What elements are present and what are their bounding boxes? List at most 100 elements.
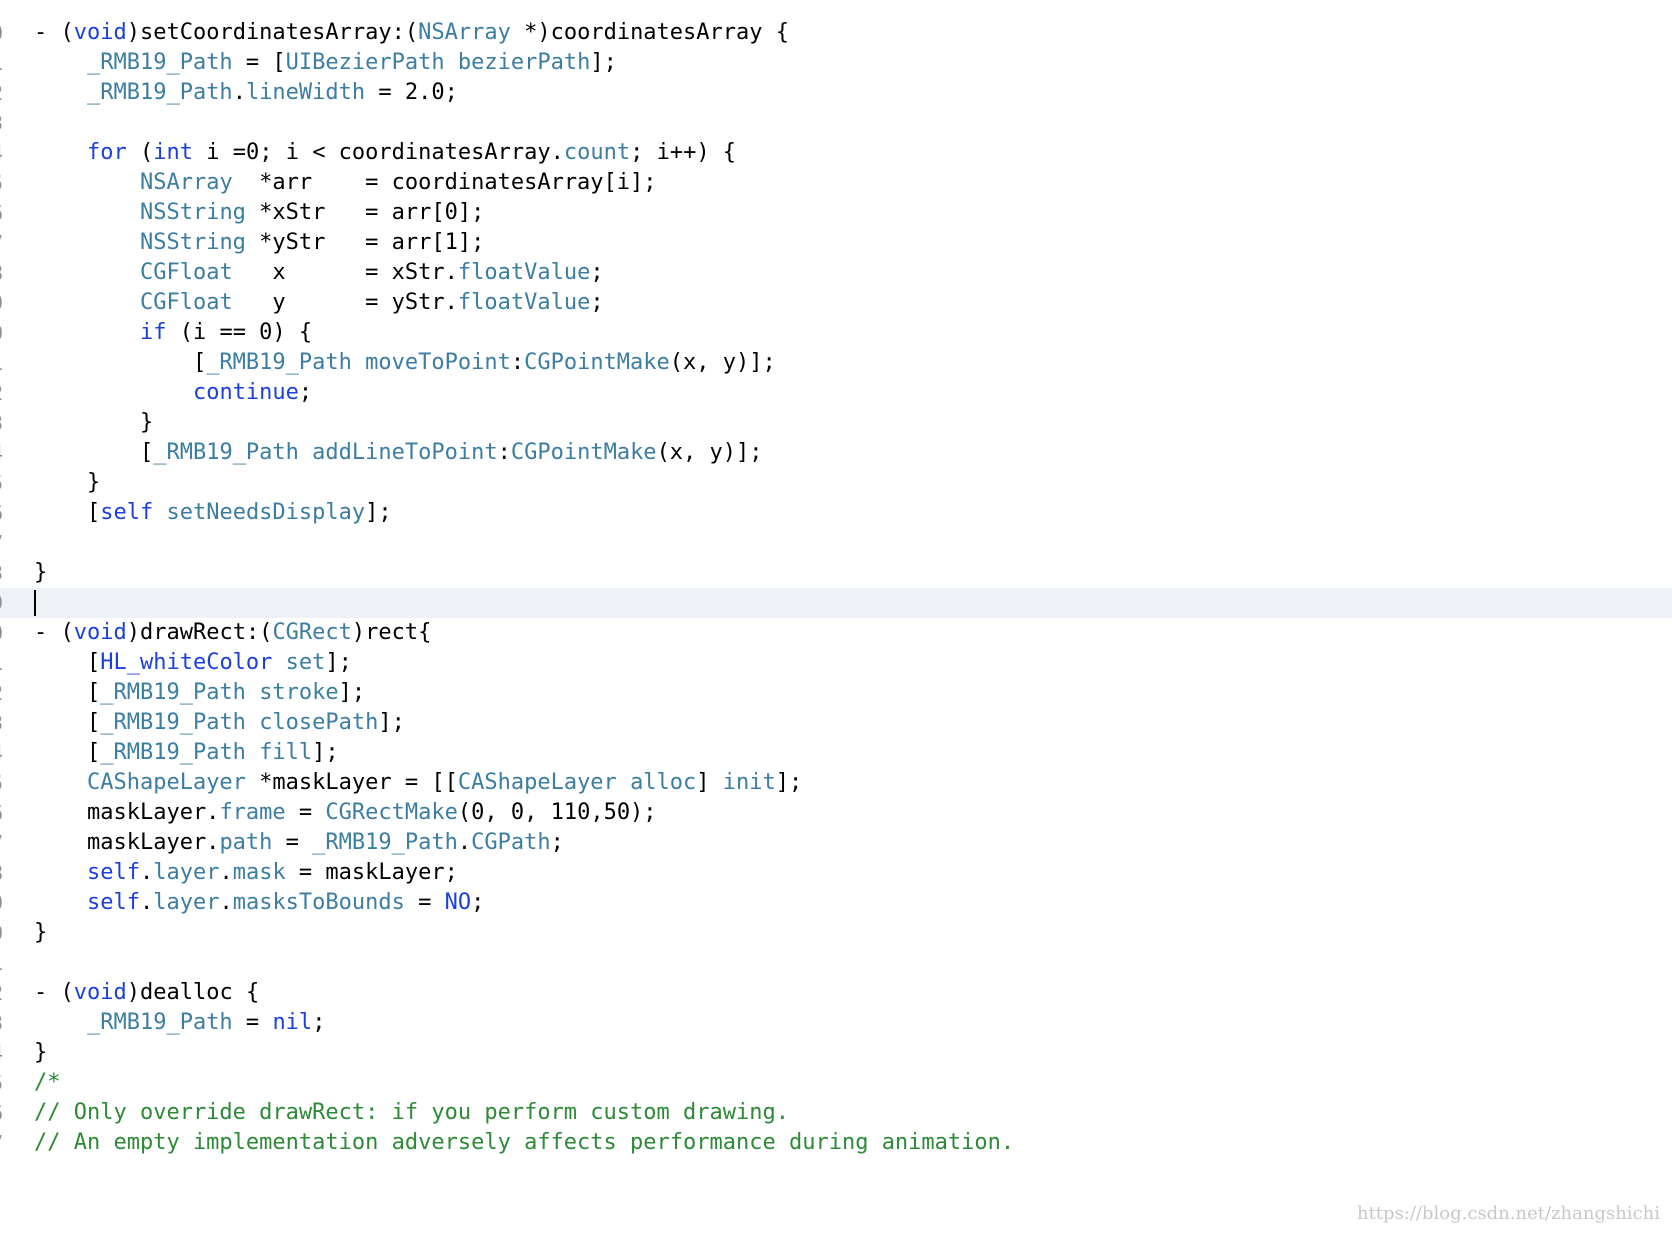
- code-line[interactable]: 5 }: [0, 468, 1672, 498]
- line-number: 5: [0, 768, 11, 798]
- code-token: - (: [34, 20, 74, 45]
- code-line[interactable]: 0 - (void)setCoordinatesArray:(NSArray *)…: [0, 18, 1672, 48]
- line-number: 9: [0, 588, 11, 618]
- code-text: }: [34, 918, 47, 948]
- code-text: _RMB19_Path = [UIBezierPath bezierPath];: [34, 48, 617, 78]
- code-line[interactable]: 6 // Only override drawRect: if you perfo…: [0, 1098, 1672, 1128]
- code-line[interactable]: 3 _RMB19_Path = nil;: [0, 1008, 1672, 1038]
- code-token: _RMB19_Path: [100, 710, 246, 735]
- code-token: UIBezierPath: [285, 50, 445, 75]
- code-line[interactable]: 0}: [0, 918, 1672, 948]
- code-token: _RMB19_Path: [100, 680, 246, 705]
- code-token: ;: [590, 260, 604, 285]
- code-token: .: [219, 890, 233, 915]
- line-number: 4: [0, 438, 11, 468]
- code-editor[interactable]: 0 - ( void )setCoordinatesArray:(NSArray *)…: [0, 0, 1672, 1242]
- code-line[interactable]: 3 }: [0, 408, 1672, 438]
- line-number: 2: [0, 678, 11, 708]
- code-token: CGPointMake: [510, 440, 657, 465]
- code-token: = maskLayer;: [285, 860, 458, 885]
- code-token: i =0; i < coordinatesArray.: [192, 140, 564, 165]
- code-line[interactable]: 4 [_RMB19_Path addLineToPoint:CGPointMak…: [0, 438, 1672, 468]
- line-number: 2: [0, 78, 11, 108]
- code-token: void: [73, 980, 127, 1005]
- code-token: moveToPoint: [365, 350, 511, 375]
- code-line[interactable]: 4}: [0, 1038, 1672, 1068]
- code-line[interactable]: 1 _RMB19_Path = [UIBezierPath bezierPath…: [0, 48, 1672, 78]
- code-token: )setCoordinatesArray:(: [126, 20, 419, 45]
- code-line[interactable]: 0 if (i == 0) {: [0, 318, 1672, 348]
- code-line[interactable]: 7 maskLayer.path = _RMB19_Path.CGPath;: [0, 828, 1672, 858]
- code-token: *maskLayer = [[: [245, 770, 458, 795]
- code-line[interactable]: 7 NSString *yStr = arr[1];: [0, 228, 1672, 258]
- code-line[interactable]: 3}: [0, 558, 1672, 588]
- code-line[interactable]: 3 [_RMB19_Path closePath];: [0, 708, 1672, 738]
- code-line[interactable]: 2 [_RMB19_Path stroke];: [0, 678, 1672, 708]
- code-token: ];: [378, 710, 405, 735]
- code-token: CGRect: [272, 620, 352, 645]
- code-token: (: [126, 140, 154, 165]
- code-line[interactable]: 9 self.layer.masksToBounds = NO;: [0, 888, 1672, 918]
- code-token: *)coordinatesArray {: [510, 20, 790, 45]
- line-number: 1: [0, 648, 11, 678]
- code-token: = [: [232, 50, 286, 75]
- line-number: 3: [0, 408, 11, 438]
- code-token: maskLayer.: [34, 830, 220, 855]
- code-line[interactable]: 4 for (int i =0; i < coordinatesArray.co…: [0, 138, 1672, 168]
- code-token: =: [404, 890, 445, 915]
- code-line[interactable]: 5 /*: [0, 1068, 1672, 1098]
- code-token: NSArray: [418, 20, 511, 45]
- code-token: CGPath: [471, 830, 551, 855]
- line-number: 9: [0, 288, 11, 318]
- code-token: [: [34, 350, 207, 375]
- code-line[interactable]: 5 NSArray *arr = coordinatesArray[i];: [0, 168, 1672, 198]
- code-line[interactable]: 6 [self setNeedsDisplay];: [0, 498, 1672, 528]
- code-token: (0, 0, 110,50);: [457, 800, 657, 825]
- text-cursor: [34, 590, 36, 616]
- code-token: (x, y)];: [656, 440, 763, 465]
- code-line[interactable]: 1 [HL_whiteColor set];: [0, 648, 1672, 678]
- code-text: for (int i =0; i < coordinatesArray.coun…: [34, 138, 736, 168]
- code-line[interactable]: 9 CGFloat y = yStr.floatValue;: [0, 288, 1672, 318]
- code-token: floatValue: [457, 260, 591, 285]
- code-token: _RMB19_Path: [100, 740, 246, 765]
- code-token: _RMB19_Path: [312, 830, 458, 855]
- code-token: *arr = coordinatesArray[i];: [232, 170, 657, 195]
- code-line[interactable]: 3: [0, 108, 1672, 138]
- code-line[interactable]: 6 NSString *xStr = arr[0];: [0, 198, 1672, 228]
- code-line[interactable]: 7: [0, 528, 1672, 558]
- code-token: NO: [444, 890, 472, 915]
- code-token: CAShapeLayer: [86, 770, 246, 795]
- code-line[interactable]: 8 self.layer.mask = maskLayer;: [0, 858, 1672, 888]
- code-token: // An empty implementation adversely aff…: [34, 1130, 1015, 1155]
- code-line[interactable]: 8 CGFloat x = xStr.floatValue;: [0, 258, 1672, 288]
- code-token: NSString: [139, 200, 246, 225]
- code-token: y = yStr.: [232, 290, 458, 315]
- code-line[interactable]: 2 _RMB19_Path.lineWidth = 2.0;: [0, 78, 1672, 108]
- code-text: maskLayer.path = _RMB19_Path.CGPath;: [34, 828, 564, 858]
- code-token: }: [34, 470, 101, 495]
- code-line[interactable]: 1: [0, 948, 1672, 978]
- code-line[interactable]: 6 maskLayer.frame = CGRectMake(0, 0, 110…: [0, 798, 1672, 828]
- code-token: layer: [153, 890, 220, 915]
- code-line[interactable]: 1 [_RMB19_Path moveToPoint:CGPointMake(x…: [0, 348, 1672, 378]
- line-number: 5: [0, 468, 11, 498]
- current-line[interactable]: 9: [0, 588, 1672, 618]
- code-token: (x, y)];: [669, 350, 776, 375]
- line-number: 0: [0, 18, 11, 48]
- code-line[interactable]: 2 continue;: [0, 378, 1672, 408]
- code-line[interactable]: 0 - (void)drawRect:(CGRect)rect{: [0, 618, 1672, 648]
- code-line[interactable]: 2 - (void)dealloc {: [0, 978, 1672, 1008]
- code-token: stroke: [259, 680, 339, 705]
- line-number: 1: [0, 948, 11, 978]
- line-number: 4: [0, 1038, 11, 1068]
- code-line[interactable]: 7 // An empty implementation adversely af…: [0, 1128, 1672, 1158]
- code-line[interactable]: 5 CAShapeLayer *maskLayer = [[CAShapeLay…: [0, 768, 1672, 798]
- code-line[interactable]: 4 [_RMB19_Path fill];: [0, 738, 1672, 768]
- code-token: )rect{: [351, 620, 432, 645]
